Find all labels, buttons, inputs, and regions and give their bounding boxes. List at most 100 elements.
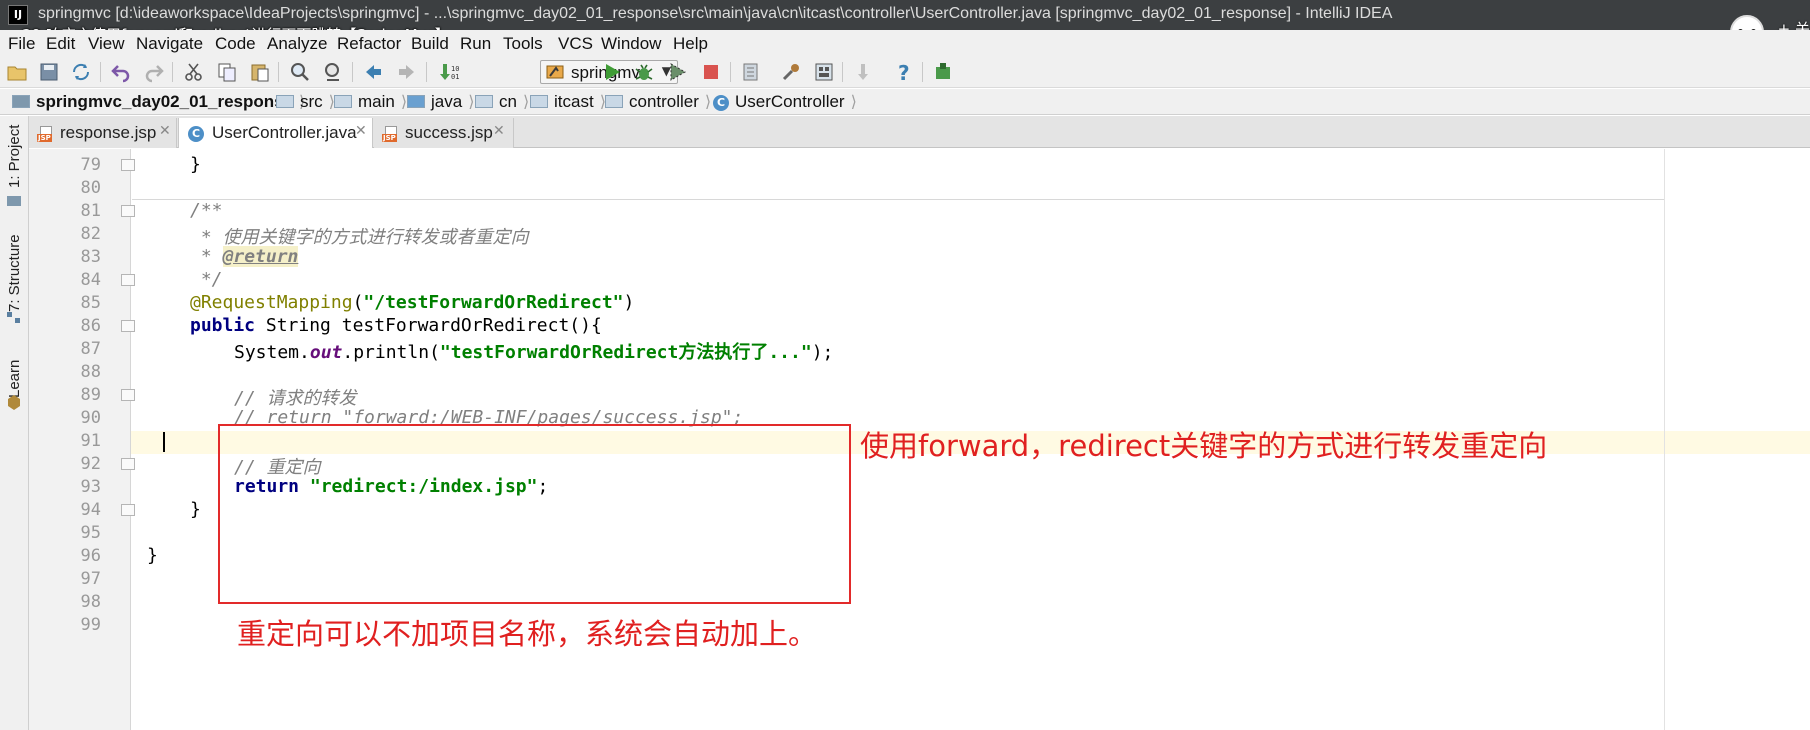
line-number: 96 bbox=[80, 546, 101, 566]
breadcrumb-item-main[interactable]: main ⟩ bbox=[334, 92, 407, 112]
close-icon[interactable]: ✕ bbox=[159, 123, 171, 139]
menu-tools[interactable]: Tools bbox=[503, 34, 543, 54]
svg-text:01: 01 bbox=[451, 73, 459, 81]
stop-icon[interactable] bbox=[700, 61, 722, 83]
save-icon[interactable] bbox=[38, 61, 60, 83]
left-tool-stripe: 1: Project 7: Structure Learn bbox=[0, 116, 29, 730]
editor-tabs: JSP response.jsp ✕ C UserController.java… bbox=[29, 116, 1810, 148]
copy-icon[interactable] bbox=[216, 61, 238, 83]
breadcrumb-item-itcast[interactable]: itcast ⟩ bbox=[530, 92, 606, 112]
menu-navigate[interactable]: Navigate bbox=[136, 34, 203, 54]
annotation-highlight-box bbox=[218, 424, 851, 604]
toolbar-separator bbox=[100, 62, 101, 82]
toolbar-separator bbox=[922, 62, 923, 82]
menu-file[interactable]: File bbox=[8, 34, 35, 54]
menu-view[interactable]: View bbox=[88, 34, 125, 54]
learn-tool-icon bbox=[8, 395, 20, 410]
menu-window[interactable]: Window bbox=[601, 34, 661, 54]
redo-icon[interactable] bbox=[143, 61, 165, 83]
breadcrumb-item-src[interactable]: src ⟩ bbox=[276, 92, 335, 112]
update-icon[interactable] bbox=[853, 61, 875, 83]
line-number: 85 bbox=[80, 293, 101, 313]
code-line-83: * @return bbox=[190, 246, 299, 267]
chevron-right-icon: ⟩ bbox=[468, 92, 475, 111]
line-number: 89 bbox=[80, 385, 101, 405]
toolbar-separator bbox=[278, 62, 279, 82]
forward-icon[interactable] bbox=[396, 61, 418, 83]
fold-marker-icon[interactable] bbox=[121, 205, 135, 217]
fold-marker-icon[interactable] bbox=[121, 274, 135, 286]
settings-icon[interactable] bbox=[780, 61, 802, 83]
class-icon: C bbox=[188, 126, 204, 142]
breadcrumb-item-controller[interactable]: controller ⟩ bbox=[605, 92, 711, 112]
sync-icon[interactable] bbox=[70, 61, 92, 83]
fold-marker-icon[interactable] bbox=[121, 320, 135, 332]
help-icon[interactable]: ? bbox=[893, 61, 915, 83]
structure-tool-tab[interactable]: 7: Structure bbox=[3, 228, 25, 314]
jsp-file-icon: JSP bbox=[382, 126, 400, 142]
debug-icon[interactable] bbox=[633, 61, 655, 83]
menu-edit[interactable]: Edit bbox=[46, 34, 75, 54]
sdk-icon[interactable] bbox=[813, 61, 835, 83]
menu-run[interactable]: Run bbox=[460, 34, 491, 54]
replace-icon[interactable] bbox=[322, 61, 344, 83]
fold-marker-icon[interactable] bbox=[121, 458, 135, 470]
breadcrumb: springmvc_day02_01_response ⟩ src ⟩ main ⟩ … bbox=[0, 89, 1810, 115]
chevron-right-icon: ⟩ bbox=[850, 92, 857, 111]
close-icon[interactable]: ✕ bbox=[493, 123, 505, 139]
tab-usercontroller-java[interactable]: C UserController.java ✕ bbox=[178, 118, 373, 148]
find-icon[interactable] bbox=[289, 61, 311, 83]
run-icon[interactable] bbox=[601, 61, 623, 83]
plugin-icon[interactable] bbox=[933, 61, 955, 83]
menu-bar: File Edit View Navigate Code Analyze Ref… bbox=[0, 30, 1810, 56]
toolbar-separator bbox=[842, 62, 843, 82]
method-separator bbox=[132, 199, 1664, 200]
menu-analyze[interactable]: Analyze bbox=[267, 34, 327, 54]
ide-window: IJ springmvc [d:\ideaworkspace\IdeaProje… bbox=[0, 0, 1810, 730]
breadcrumb-item-usercontroller[interactable]: C UserController ⟩ bbox=[713, 92, 857, 112]
tab-success-jsp[interactable]: JSP success.jsp ✕ bbox=[374, 118, 514, 148]
tab-response-jsp[interactable]: JSP response.jsp ✕ bbox=[29, 118, 177, 148]
main-toolbar: 1001 springmvc ▼ ? bbox=[0, 56, 1810, 88]
breadcrumb-item-java[interactable]: java ⟩ bbox=[407, 92, 474, 112]
project-structure-icon[interactable] bbox=[740, 61, 762, 83]
breadcrumb-item-project[interactable]: springmvc_day02_01_response ⟩ bbox=[12, 92, 305, 112]
source-folder-icon bbox=[407, 95, 425, 108]
undo-icon[interactable] bbox=[110, 61, 132, 83]
menu-build[interactable]: Build bbox=[411, 34, 449, 54]
build-icon[interactable]: 1001 bbox=[437, 61, 459, 83]
project-tool-tab[interactable]: 1: Project bbox=[3, 124, 25, 190]
jsp-file-icon: JSP bbox=[37, 126, 55, 142]
line-number: 80 bbox=[80, 178, 101, 198]
line-number: 93 bbox=[80, 477, 101, 497]
line-number: 92 bbox=[80, 454, 101, 474]
menu-help[interactable]: Help bbox=[673, 34, 708, 54]
code-line-81: /** bbox=[190, 200, 223, 221]
package-icon bbox=[475, 95, 493, 108]
menu-vcs[interactable]: VCS bbox=[558, 34, 593, 54]
line-number: 90 bbox=[80, 408, 101, 428]
coverage-icon[interactable] bbox=[666, 61, 688, 83]
menu-refactor[interactable]: Refactor bbox=[337, 34, 401, 54]
code-line-84: */ bbox=[190, 269, 223, 290]
fold-marker-icon[interactable] bbox=[121, 159, 135, 171]
chevron-right-icon: ⟩ bbox=[704, 92, 712, 111]
cut-icon[interactable] bbox=[183, 61, 205, 83]
menu-code[interactable]: Code bbox=[215, 34, 256, 54]
breadcrumb-item-cn[interactable]: cn ⟩ bbox=[475, 92, 529, 112]
learn-tool-tab[interactable]: Learn bbox=[3, 352, 25, 400]
back-icon[interactable] bbox=[362, 61, 384, 83]
line-number: 98 bbox=[80, 592, 101, 612]
line-number: 82 bbox=[80, 224, 101, 244]
line-number: 91 bbox=[80, 431, 101, 451]
close-icon[interactable]: ✕ bbox=[355, 123, 367, 139]
fold-marker-icon[interactable] bbox=[121, 504, 135, 516]
paste-icon[interactable] bbox=[249, 61, 271, 83]
code-line-96: } bbox=[147, 545, 158, 566]
right-margin-guide bbox=[1664, 149, 1665, 730]
line-number: 99 bbox=[80, 615, 101, 635]
open-folder-icon[interactable] bbox=[6, 61, 28, 83]
project-tool-icon bbox=[7, 196, 21, 206]
fold-marker-icon[interactable] bbox=[121, 389, 135, 401]
project-folder-icon bbox=[12, 95, 30, 108]
